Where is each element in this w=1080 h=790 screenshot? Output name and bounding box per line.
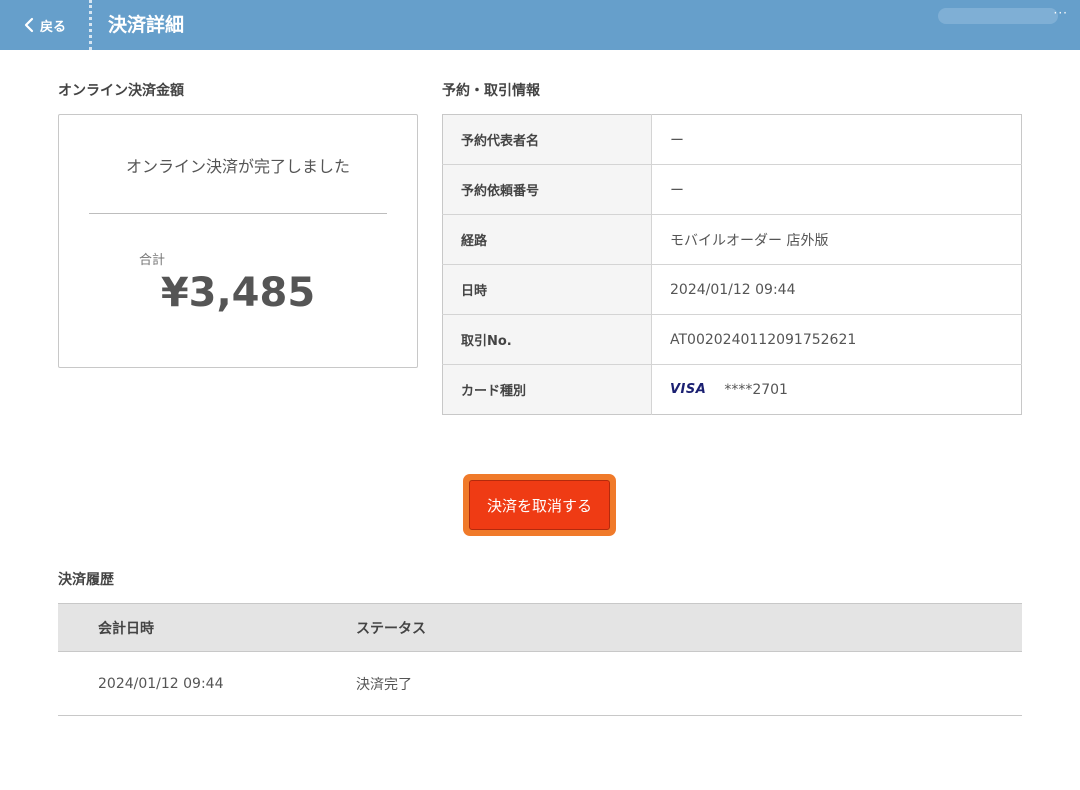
info-key: カード種別 [442,364,652,415]
info-key: 経路 [442,214,652,265]
history-status: 決済完了 [356,676,412,693]
payment-complete-message: オンライン決済が完了しました [125,157,350,176]
column-header-status: ステータス [356,620,426,637]
info-value: VISA ****2701 [651,364,1022,415]
blurred-store-name [938,8,1058,24]
page-title: 決済詳細 [108,14,185,36]
info-value: AT0020240112091752621 [651,314,1022,365]
cancel-payment-button[interactable]: 決済を取消する [469,480,610,530]
back-button[interactable]: 戻る [24,0,66,50]
cancel-button-focus-ring: 決済を取消する [463,474,616,536]
card-number: ****2701 [724,381,788,398]
back-label: 戻る [40,19,67,35]
info-key: 予約依頼番号 [442,164,652,215]
divider [89,213,387,214]
info-key: 予約代表者名 [442,114,652,165]
info-row: 経路 モバイルオーダー 店外版 [442,214,1022,265]
total-label: 合計 [139,253,166,268]
info-value: モバイルオーダー 店外版 [651,214,1022,265]
info-key: 取引No. [442,314,652,365]
top-bar: 戻る 決済詳細 ··· [0,0,1080,50]
more-icon[interactable]: ··· [1054,6,1068,20]
table-row: 2024/01/12 09:44 決済完了 [58,652,1022,716]
transaction-info-table: 予約代表者名 ー 予約依頼番号 ー 経路 モバイルオーダー 店外版 日時 202… [442,114,1022,415]
chevron-left-icon [24,17,34,33]
info-row: 予約代表者名 ー [442,114,1022,165]
info-value: ー [670,132,684,149]
table-header: 会計日時 ステータス [58,603,1022,652]
info-row: 取引No. AT0020240112091752621 [442,314,1022,365]
column-header-date: 会計日時 [98,620,154,637]
info-row: 予約依頼番号 ー [442,164,1022,215]
info-row: 日時 2024/01/12 09:44 [442,264,1022,315]
info-section-label: 予約・取引情報 [442,83,540,99]
visa-logo-icon: VISA [670,382,707,397]
info-row: カード種別 VISA ****2701 [442,364,1022,415]
info-value: 2024/01/12 09:44 [651,264,1022,315]
payment-history-table: 会計日時 ステータス 2024/01/12 09:44 決済完了 [58,603,1022,716]
history-section-label: 決済履歴 [58,572,114,588]
history-date: 2024/01/12 09:44 [98,675,224,692]
amount-section-label: オンライン決済金額 [58,83,184,99]
header-divider [89,0,92,50]
info-value: ー [651,164,1022,215]
amount-card: オンライン決済が完了しました 合計 ¥3,485 [58,114,418,368]
total-amount: ¥3,485 [160,270,316,316]
info-key: 日時 [442,264,652,315]
